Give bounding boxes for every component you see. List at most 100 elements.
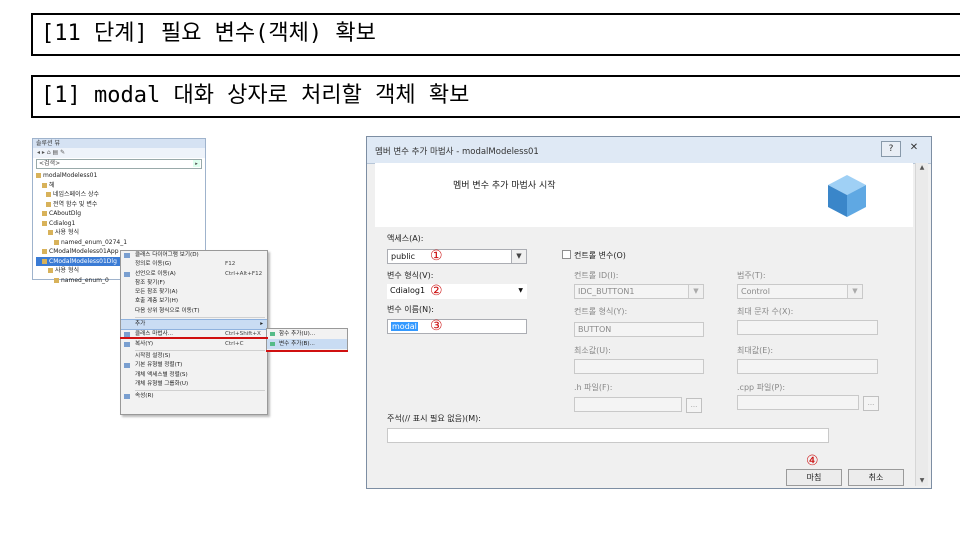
tree-node-icon <box>54 277 59 283</box>
access-value: public <box>391 252 416 261</box>
context-menu-item[interactable]: 참조 찾기(F) <box>121 279 267 288</box>
variable-name-value: modal <box>391 322 418 331</box>
context-menu-item[interactable]: 복사(Y) Ctrl+C <box>121 340 267 349</box>
min-value-label: 최소값(U): <box>574 346 611 355</box>
context-menu-item[interactable]: 개체 액세스별 정렬(S) <box>121 371 267 380</box>
explorer-tree-label: named_enum_0274_1 <box>61 238 128 246</box>
tree-node-icon <box>42 220 47 226</box>
close-button[interactable]: ✕ <box>905 141 923 155</box>
submenu-item[interactable]: 함수 추가(U)... <box>267 329 347 339</box>
context-menu-item[interactable]: 다음 상위 형식으로 이동(T) <box>121 307 267 316</box>
explorer-tree-label: named_enum_0 <box>61 276 109 284</box>
scroll-up-icon[interactable]: ▲ <box>916 163 928 173</box>
marker-4: ④ <box>806 453 819 469</box>
variable-type-value: Cdialog1 <box>390 286 426 295</box>
context-menu-item[interactable]: 시작점 설정(S) <box>121 352 267 361</box>
h-file-browse-button[interactable]: ... <box>686 398 702 413</box>
context-menu-item[interactable]: 개체 유형별 그룹화(U) <box>121 380 267 389</box>
slide-heading: [11 단계] 필요 변수(객체) 확보 <box>31 13 960 56</box>
context-menu-item[interactable]: 선언으로 이동(A) Ctrl+Alt+F12 <box>121 270 267 279</box>
variable-type-combo[interactable]: Cdialog1 ▼ <box>387 284 527 299</box>
explorer-search-input[interactable]: <검색> ▸ <box>36 159 202 169</box>
help-button[interactable]: ? <box>881 141 901 157</box>
marker-3: ③ <box>430 318 443 334</box>
cpp-file-input[interactable] <box>737 395 859 410</box>
explorer-tree-label: modalModeless01 <box>43 172 98 179</box>
control-variable-checkbox[interactable] <box>562 250 571 259</box>
context-menu: 클래스 다이어그램 보기(D) 정의로 이동(G) F12 선언으로 이동(A) Ctr… <box>120 250 268 415</box>
menu-item-icon <box>124 309 130 314</box>
context-menu-shortcut: Ctrl+C <box>225 340 244 347</box>
explorer-tree-label: CModalModeless01App <box>49 248 119 255</box>
max-chars-input[interactable] <box>737 320 878 335</box>
tree-node-icon <box>46 192 51 197</box>
context-menu-label: 클래스 다이어그램 보기(D) <box>135 252 199 258</box>
explorer-tree-label: 헤 <box>49 181 55 189</box>
max-value-input[interactable] <box>737 359 878 374</box>
finish-button[interactable]: 마침 <box>786 469 842 486</box>
category-select[interactable]: Control ▼ <box>737 284 863 299</box>
context-menu-item[interactable]: 모든 참조 찾기(A) <box>121 288 267 297</box>
variable-name-label: 변수 이름(N): <box>387 305 434 314</box>
context-menu-shortcut: F12 <box>225 261 236 268</box>
explorer-tree-item[interactable]: modalModeless01 <box>36 171 202 181</box>
submenu-label: 변수 추가(B)... <box>279 341 315 347</box>
explorer-tree-label: 전역 함수 및 변수 <box>53 200 98 208</box>
menu-item-icon <box>124 373 130 378</box>
cpp-file-browse-button[interactable]: ... <box>863 396 879 411</box>
explorer-tree-item[interactable]: 네임스페이스 상수 <box>36 190 202 200</box>
control-type-label: 컨트롤 형식(Y): <box>574 307 628 316</box>
control-id-label: 컨트롤 ID(I): <box>574 271 619 280</box>
explorer-tree-item[interactable]: 사용 형식 <box>36 228 202 238</box>
context-menu-label: 개체 액세스별 정렬(S) <box>135 371 188 378</box>
cancel-button[interactable]: 취소 <box>848 469 904 486</box>
explorer-tree-label: Cdialog1 <box>49 219 76 227</box>
chevron-down-icon[interactable]: ▼ <box>688 285 703 298</box>
context-menu-item[interactable]: 정의로 이동(G) F12 <box>121 260 267 269</box>
marker-1: ① <box>430 248 443 264</box>
min-value-input[interactable] <box>574 359 704 374</box>
menu-item-icon <box>124 262 130 267</box>
dialog-titlebar: 멤버 변수 추가 마법사 - modalModeless01 ? ✕ <box>367 137 931 164</box>
context-menu-label: 모든 참조 찾기(A) <box>135 289 178 296</box>
chevron-down-icon[interactable]: ▼ <box>511 250 526 263</box>
explorer-tree-item[interactable]: 헤 <box>36 181 202 191</box>
context-menu-item[interactable]: 호출 계층 보기(H) <box>121 297 267 306</box>
context-menu-item[interactable]: 기본 유형별 정렬(T) <box>121 361 267 370</box>
search-go-icon[interactable]: ▸ <box>193 160 200 167</box>
submenu-item[interactable]: 변수 추가(B)... <box>267 339 347 349</box>
explorer-tree-item[interactable]: CAboutDlg <box>36 209 202 219</box>
menu-item-icon <box>124 363 130 369</box>
access-select[interactable]: public ▼ <box>387 249 527 264</box>
explorer-tree-item[interactable]: named_enum_0274_1 <box>36 238 202 248</box>
explorer-tree-label: 네임스페이스 상수 <box>53 191 100 198</box>
menu-item-icon <box>124 341 130 347</box>
h-file-input[interactable] <box>574 397 682 412</box>
tree-node-icon <box>42 249 47 254</box>
context-menu-item[interactable]: 추가 ▸ <box>121 319 267 331</box>
context-menu-label: 시작점 설정(S) <box>135 352 171 359</box>
explorer-tree-item[interactable]: Cdialog1 <box>36 219 202 229</box>
context-menu-item[interactable]: 속성(R) <box>121 392 267 401</box>
add-function-icon <box>270 332 275 336</box>
context-menu-item[interactable]: 클래스 다이어그램 보기(D) <box>121 251 267 260</box>
tree-node-icon <box>42 211 47 216</box>
dialog-title: 멤버 변수 추가 마법사 - modalModeless01 <box>375 147 539 157</box>
menu-separator <box>135 349 265 351</box>
comment-input[interactable] <box>387 428 829 443</box>
control-id-select[interactable]: IDC_BUTTON1 ▼ <box>574 284 704 299</box>
scroll-down-icon[interactable]: ▼ <box>916 476 928 486</box>
dialog-banner-text: 멤버 변수 추가 마법사 시작 <box>453 181 556 191</box>
comment-label: 주석(// 표시 필요 없음)(M): <box>387 414 481 423</box>
menu-item-icon <box>124 354 130 359</box>
h-file-label: .h 파일(F): <box>574 383 613 392</box>
combo-arrow-icon[interactable]: ▼ <box>518 284 523 297</box>
control-type-input[interactable]: BUTTON <box>574 322 704 337</box>
dialog-scrollbar[interactable]: ▲ ▼ <box>915 163 928 486</box>
menu-item-icon <box>124 253 130 258</box>
variable-name-input[interactable]: modal <box>387 319 527 334</box>
context-menu-label: 복사(Y) <box>135 340 154 347</box>
add-variable-icon <box>270 342 275 346</box>
explorer-tree-item[interactable]: 전역 함수 및 변수 <box>36 200 202 210</box>
chevron-down-icon[interactable]: ▼ <box>847 285 862 298</box>
